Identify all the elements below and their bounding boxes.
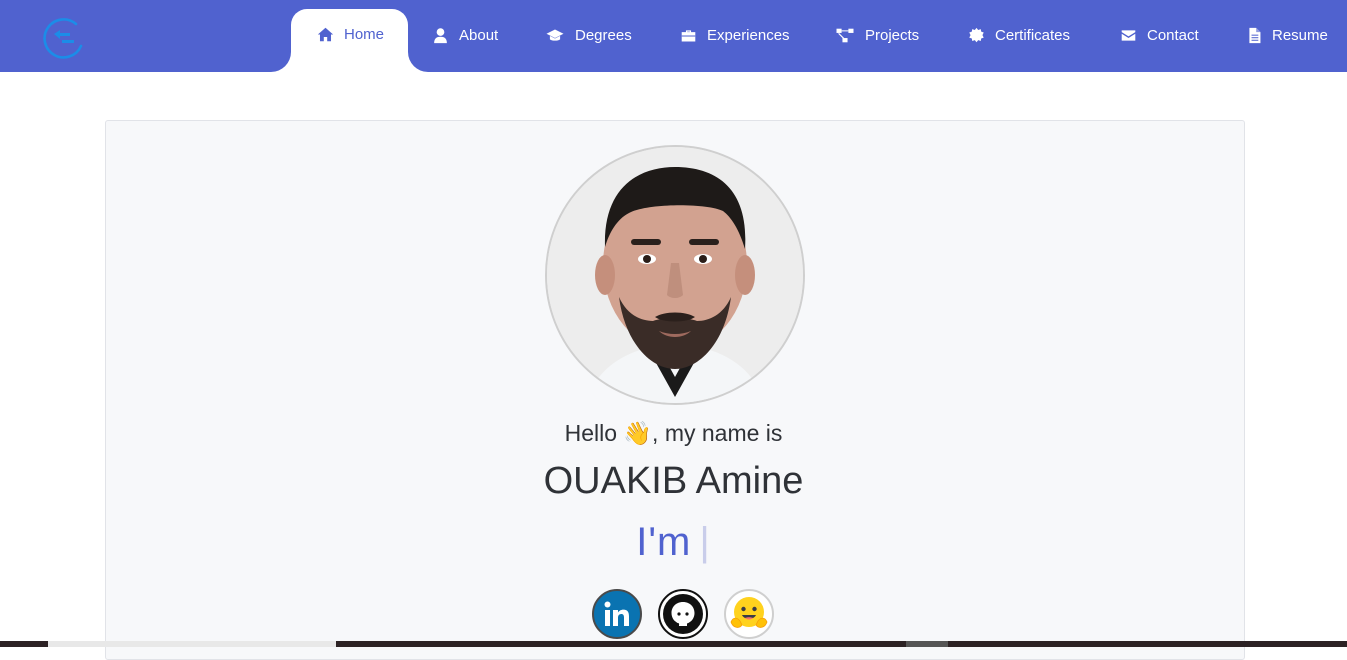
- typed-prefix: I'm: [636, 520, 692, 564]
- nav-item-label: Degrees: [575, 26, 632, 44]
- graduation-cap-icon: [546, 29, 564, 41]
- person-name: OUAKIB Amine: [543, 460, 804, 502]
- nav-item-projects[interactable]: Projects: [835, 9, 919, 61]
- nav-item-label: Projects: [865, 26, 920, 44]
- file-icon: [1249, 27, 1261, 43]
- active-tab-corner-left: [271, 52, 291, 72]
- nav-item-resume[interactable]: Resume: [1246, 9, 1328, 61]
- github-icon: [663, 594, 703, 634]
- nav-item-label: Experiences: [707, 26, 790, 44]
- github-link[interactable]: [658, 589, 708, 639]
- profile-photo: [545, 145, 805, 405]
- certificate-icon: [969, 27, 984, 42]
- nav-item-experiences[interactable]: Experiences: [680, 9, 790, 61]
- linkedin-icon: [604, 601, 629, 626]
- nav-item-certificates[interactable]: Certificates: [968, 9, 1070, 61]
- taskbar-segment: [48, 641, 336, 647]
- nav-item-about[interactable]: About: [432, 9, 498, 61]
- nav-item-degrees[interactable]: Degrees: [545, 9, 632, 61]
- envelope-icon: [1121, 29, 1136, 41]
- nav-item-label: About: [459, 26, 499, 44]
- hugging-face-icon: [730, 597, 768, 628]
- home-icon: [317, 27, 334, 42]
- typing-caret: |: [699, 520, 711, 564]
- linkedin-link[interactable]: [592, 589, 642, 639]
- nav-item-label: Resume: [1272, 26, 1328, 44]
- user-icon: [434, 27, 447, 43]
- huggingface-link[interactable]: [724, 589, 774, 639]
- nav-item-label: Contact: [1147, 26, 1199, 44]
- nav-item-label: Certificates: [995, 26, 1071, 44]
- social-links: [592, 589, 774, 639]
- project-diagram-icon: [836, 28, 854, 42]
- briefcase-icon: [681, 29, 696, 41]
- main-nav: Home About Degrees Experiences Projects …: [0, 0, 1347, 72]
- nav-item-label: Home: [343, 26, 384, 43]
- nav-item-contact[interactable]: Contact: [1120, 9, 1199, 61]
- nav-item-home[interactable]: Home: [291, 9, 408, 72]
- taskbar-segment: [906, 641, 948, 647]
- os-taskbar: [0, 641, 1347, 647]
- typed-role: I'm |: [0, 520, 1347, 565]
- active-tab-corner-right: [408, 52, 428, 72]
- greeting-text: Hello 👋, my name is: [564, 420, 783, 446]
